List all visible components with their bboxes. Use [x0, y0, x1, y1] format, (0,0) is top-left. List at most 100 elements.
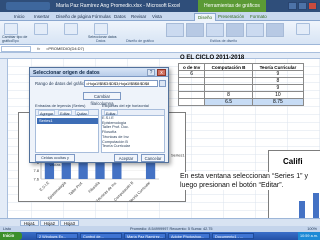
table-cell[interactable]: 8: [251, 77, 305, 85]
tab-formato[interactable]: Formato: [250, 14, 267, 19]
x-tick-label: Epistemología: [47, 180, 67, 200]
axis-toolbar: Editar: [101, 109, 165, 116]
tab-diseno[interactable]: Diseño: [194, 13, 217, 21]
sheet-tabs: Hoja1 Hoja2 Hoja3: [0, 218, 320, 226]
edit-axis-button[interactable]: Editar: [104, 110, 118, 116]
bar: [95, 162, 105, 179]
y-tick-label: 7.6: [33, 176, 39, 181]
series-item[interactable]: Series1: [37, 118, 98, 124]
tab-presentacion[interactable]: Presentación: [218, 14, 244, 19]
tab-formulas[interactable]: Fórmulas: [92, 14, 111, 19]
minimize-icon[interactable]: [288, 2, 297, 10]
remove-series-button[interactable]: Quitar: [74, 110, 89, 116]
table-row: 8: [177, 77, 305, 85]
row-headers[interactable]: [0, 59, 8, 219]
tab-inicio[interactable]: Inicio: [14, 14, 25, 19]
hidden-empty-cells-button[interactable]: Celdas ocultas y vacías: [35, 154, 75, 167]
tab-diseno-pagina[interactable]: Diseño de página: [56, 14, 91, 19]
group-tipo: Tipo: [12, 39, 19, 43]
group-diseno-grafico: Diseño de gráfico: [126, 39, 154, 43]
group-datos: Datos: [96, 39, 106, 43]
ribbon: Cambiar tipo de gráfico Seleccionar dato…: [0, 21, 320, 45]
taskbar-item[interactable]: Documento1 - ...: [212, 233, 254, 239]
save-template-button[interactable]: [34, 23, 48, 35]
table-cell[interactable]: 6: [177, 70, 206, 78]
formula-input[interactable]: =PROMEDIO(D4:D7): [46, 46, 84, 51]
ribbon-tabs: Inicio Insertar Diseño de página Fórmula…: [0, 12, 320, 21]
column-headers[interactable]: [0, 53, 320, 59]
windows-taskbar: Inicio 2 Windows Ex... Control de... Mar…: [0, 232, 320, 240]
tab-insertar[interactable]: Insertar: [34, 14, 49, 19]
ok-button[interactable]: Aceptar: [114, 154, 138, 162]
cancel-button[interactable]: Cancelar: [141, 154, 165, 162]
legend-label: Series1: [171, 153, 185, 158]
add-series-button[interactable]: Agregar: [38, 110, 56, 116]
x-tick-label: E.S.I.E: [39, 181, 51, 193]
table-header[interactable]: Teoría Curricular: [251, 63, 305, 71]
help-icon[interactable]: ?: [147, 69, 155, 76]
close-icon[interactable]: x: [157, 69, 166, 76]
select-data-button[interactable]: [94, 23, 108, 35]
tab-datos[interactable]: Datos: [114, 14, 126, 19]
legend-entries-label: Entradas de leyenda (Series): [35, 103, 86, 108]
fx-icon[interactable]: fx: [37, 46, 40, 51]
chart-tools-context-label: Herramientas de gráficos: [198, 0, 266, 12]
table-row: 6.5 8.75: [177, 98, 305, 106]
x-tick-label: Filosofía: [88, 180, 102, 194]
table-row: 6 9: [177, 70, 305, 78]
instruction-caption: En esta ventana seleccionan “Series 1” y…: [180, 172, 308, 190]
chart-range-label: Rango de datos del gráfico:: [35, 81, 88, 86]
dialog-title-bar[interactable]: Seleccionar origen de datos ? x: [30, 68, 168, 77]
taskbar-item[interactable]: Control de...: [80, 233, 122, 239]
legend-entries-list: Agregar Editar Quitar Series1: [35, 109, 99, 153]
formula-bar: fx =PROMEDIO(D4:D7): [0, 45, 320, 53]
table-header[interactable]: o de Inv: [177, 63, 206, 71]
table-cell[interactable]: 8: [204, 91, 253, 99]
switch-row-column-button[interactable]: [64, 23, 78, 35]
tab-vista[interactable]: Vista: [152, 14, 162, 19]
chart-layout-gallery[interactable]: [166, 23, 284, 37]
x-tick-label: Taller Prof.: [68, 181, 84, 197]
table-cell[interactable]: [177, 91, 206, 99]
quick-access-toolbar[interactable]: [6, 2, 50, 10]
table-cell[interactable]: [204, 70, 253, 78]
collapse-range-icon[interactable]: [159, 80, 166, 87]
table-cell[interactable]: 8.75: [251, 98, 305, 106]
table-cell[interactable]: 9: [251, 70, 305, 78]
side-chart-bar: [313, 193, 319, 221]
table-cell[interactable]: [177, 84, 206, 92]
move-chart-button[interactable]: [296, 23, 310, 35]
y-tick-label: 7.8: [33, 168, 39, 173]
tab-revisar[interactable]: Revisar: [131, 14, 146, 19]
table-cell[interactable]: 10: [251, 91, 305, 99]
maximize-icon[interactable]: [298, 2, 307, 10]
category-list: E.S.I.E Epistemología Taller Prof. Doc. …: [102, 116, 162, 149]
table-row: 9: [177, 84, 305, 92]
group-estilos: Estilos de diseño: [210, 39, 238, 43]
title-bar: María Paz Ramírez Ang Promedio.xlsx - Mi…: [0, 0, 320, 12]
grades-table[interactable]: o de Inv Computación B Teoría Curricular…: [177, 63, 305, 106]
table-cell[interactable]: [177, 98, 206, 106]
list-item[interactable]: Teoría Curricular: [102, 144, 162, 149]
taskbar-item[interactable]: 2 Windows Ex...: [36, 233, 78, 239]
select-data-source-dialog: Seleccionar origen de datos ? x Rango de…: [29, 67, 169, 167]
taskbar-item[interactable]: María Paz Ramírez...: [124, 233, 166, 239]
taskbar-item[interactable]: Adobe Photoshop...: [168, 233, 210, 239]
table-row: 8 10: [177, 91, 305, 99]
table-cell[interactable]: 9: [251, 84, 305, 92]
close-window-icon[interactable]: [308, 2, 317, 10]
table-cell[interactable]: [204, 84, 253, 92]
table-header[interactable]: Computación B: [204, 63, 253, 71]
table-cell[interactable]: [204, 77, 253, 85]
sheet-heading: O EL CICLO 2011-2018: [180, 55, 245, 61]
table-cell[interactable]: 6.5: [204, 98, 253, 106]
chart-range-input[interactable]: =Hoja1!$B$3:$D$3;Hoja1!$B$8:$D$8: [84, 80, 158, 87]
legend-toolbar: Agregar Editar Quitar: [35, 109, 99, 116]
edit-series-button[interactable]: Editar: [58, 110, 72, 116]
table-cell[interactable]: [177, 77, 206, 85]
table-header-row: o de Inv Computación B Teoría Curricular: [177, 63, 305, 71]
name-box[interactable]: [1, 46, 31, 52]
switch-row-column-dialog-button[interactable]: Cambiar fila/columna: [83, 92, 121, 106]
change-chart-type-button[interactable]: [4, 23, 18, 35]
start-button[interactable]: Inicio: [0, 232, 22, 240]
